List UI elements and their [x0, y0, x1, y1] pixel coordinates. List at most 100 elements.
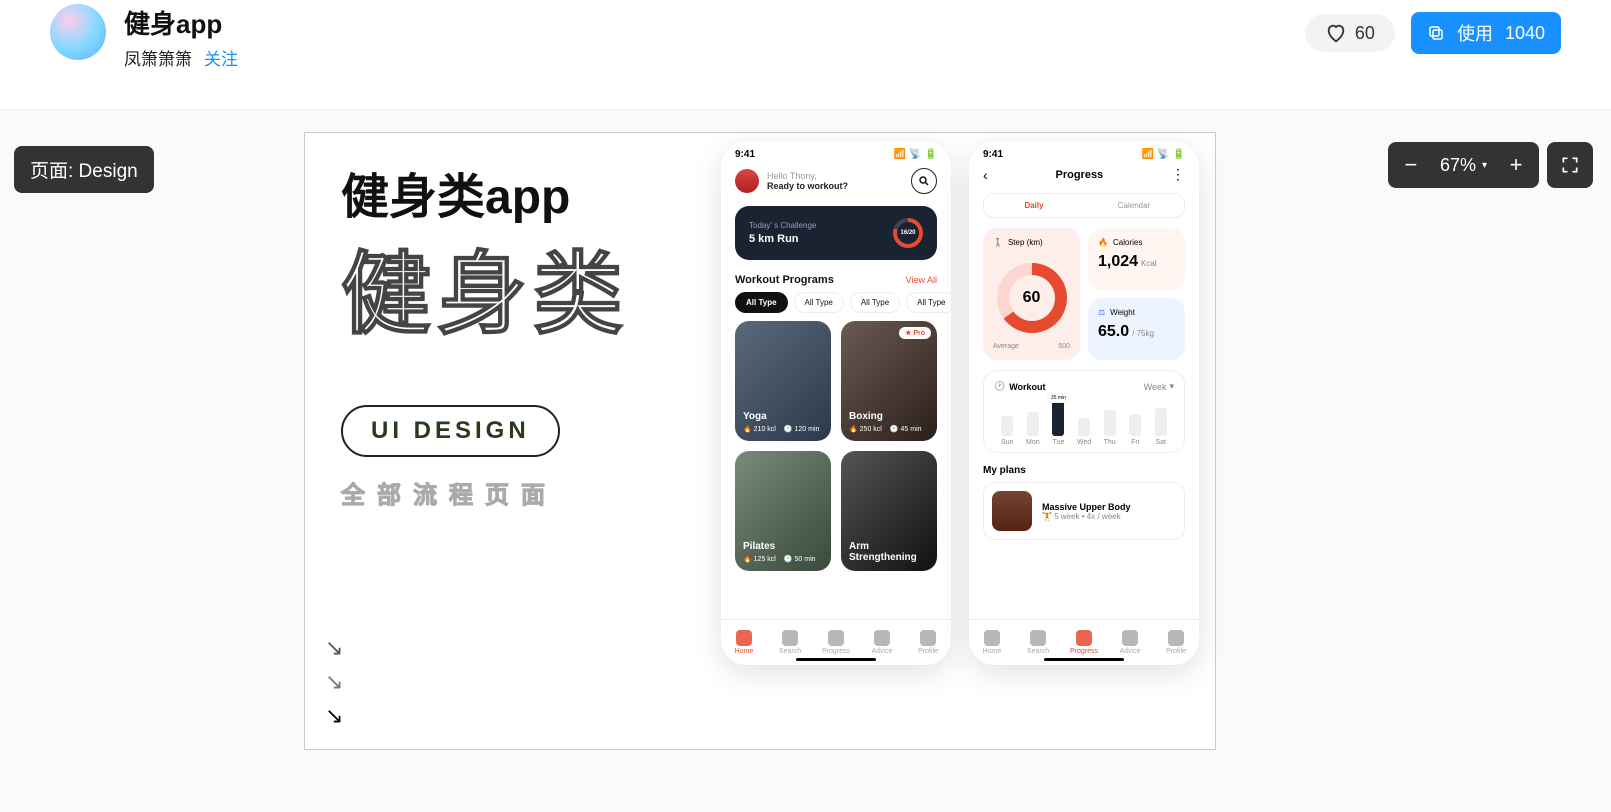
program-card[interactable]: Arm Strengthening: [841, 451, 937, 571]
nav-label: Home: [983, 648, 1002, 655]
workout-label: Workout: [1009, 382, 1045, 392]
zoom-percent-button[interactable]: 67% ▾: [1434, 155, 1493, 176]
expand-icon: [1560, 155, 1580, 175]
plan-meta: 5 week • 4x / week: [1054, 512, 1120, 521]
search-icon: [918, 175, 930, 187]
step-card[interactable]: 🚶Step (km) 60 Average500: [983, 228, 1080, 360]
step-avg-label: Average: [993, 343, 1019, 350]
zoom-in-button[interactable]: +: [1493, 142, 1539, 188]
weight-goal: / 75kg: [1132, 329, 1154, 338]
time-meta: 🕐 50 min: [784, 555, 816, 563]
nav-label: Advice: [1119, 648, 1140, 655]
zoom-out-button[interactable]: −: [1388, 142, 1434, 188]
day-label: Fri: [1131, 439, 1139, 446]
like-count: 60: [1355, 23, 1375, 44]
tab-daily[interactable]: Daily: [984, 194, 1084, 217]
page-title: 健身app: [124, 4, 238, 41]
view-all-link[interactable]: View All: [906, 275, 937, 285]
nav-label: Profile: [918, 648, 938, 655]
follow-link[interactable]: 关注: [204, 45, 238, 70]
challenge-card[interactable]: Today' s Challenge 5 km Run 16/20: [735, 206, 937, 260]
nav-icon: [782, 630, 798, 646]
ring-label: 16/20: [900, 230, 915, 236]
calories-card[interactable]: 🔥Calories 1,024Kcal: [1088, 228, 1185, 290]
status-icons: 📶 📡 🔋: [894, 149, 937, 160]
workout-bar[interactable]: Wed: [1075, 418, 1094, 446]
weight-card[interactable]: ⚖Weight 65.0/ 75kg: [1088, 298, 1185, 360]
workout-bar[interactable]: Thu: [1100, 410, 1119, 446]
challenge-title: 5 km Run: [749, 233, 816, 245]
period-tabs: Daily Calendar: [983, 193, 1185, 218]
scale-icon: ⚖: [1098, 308, 1105, 317]
program-title: Boxing: [849, 411, 929, 422]
author-name[interactable]: 凤箫箫箫: [124, 45, 192, 70]
canvas-area[interactable]: 页面: Design − 67% ▾ + 健身类app 健身类 UI DESIG…: [0, 110, 1611, 812]
status-time: 9:41: [983, 149, 1003, 160]
design-frame[interactable]: 健身类app 健身类 UI DESIGN 全部流程页面 ↘ ↘ ↘ 9:41 📶…: [304, 132, 1216, 750]
period-label: Week: [1144, 382, 1167, 392]
walk-icon: 🚶: [993, 238, 1003, 247]
filter-chip[interactable]: All Type: [906, 292, 951, 313]
workout-bar[interactable]: Sun: [998, 416, 1017, 446]
heart-icon: [1325, 22, 1347, 44]
workout-chart-card[interactable]: 🕐Workout Week▾ SunMon35 minTueWedThuFriS…: [983, 370, 1185, 453]
nav-profile[interactable]: Profile: [905, 620, 951, 665]
greeting-sub: Ready to workout?: [767, 181, 848, 191]
signal-icon: 📶: [894, 149, 906, 160]
step-label: Step (km): [1008, 238, 1043, 247]
fullscreen-button[interactable]: [1547, 142, 1593, 188]
plan-name: Massive Upper Body: [1042, 502, 1131, 512]
use-button[interactable]: 使用 1040: [1411, 12, 1561, 54]
nav-icon: [920, 630, 936, 646]
nav-profile[interactable]: Profile: [1153, 620, 1199, 665]
page-header: 健身app 凤箫箫箫 关注 60 使用 1040: [0, 0, 1611, 110]
chevron-down-icon: ▾: [1482, 160, 1487, 171]
plan-card[interactable]: Massive Upper Body 🏋 5 week • 4x / week: [983, 482, 1185, 540]
chevron-down-icon: ▾: [1169, 381, 1174, 392]
home-indicator: [796, 658, 876, 661]
page-label-pill[interactable]: 页面: Design: [14, 146, 154, 193]
filter-chip[interactable]: All Type: [850, 292, 900, 313]
back-button[interactable]: ‹: [983, 167, 988, 183]
search-button[interactable]: [911, 168, 937, 194]
nav-label: Progress: [1070, 648, 1098, 655]
filter-chip[interactable]: All Type: [794, 292, 844, 313]
calories-value: 1,024: [1098, 253, 1138, 270]
period-selector[interactable]: Week▾: [1144, 381, 1174, 392]
tab-calendar[interactable]: Calendar: [1084, 194, 1184, 217]
nav-icon: [1030, 630, 1046, 646]
plan-image: [992, 491, 1032, 531]
home-screen-mockup: 9:41 📶 📡 🔋 Hello Thony, Ready to workout…: [721, 141, 951, 665]
program-card[interactable]: ★ ProBoxing🔥 250 kcl🕐 45 min: [841, 321, 937, 441]
workout-bar[interactable]: Fri: [1126, 414, 1145, 446]
workout-bar[interactable]: Sat: [1151, 408, 1170, 446]
status-time: 9:41: [735, 149, 755, 160]
like-button[interactable]: 60: [1305, 14, 1395, 52]
day-label: Thu: [1104, 439, 1116, 446]
workout-bar[interactable]: Mon: [1024, 412, 1043, 446]
nav-home[interactable]: Home: [721, 620, 767, 665]
day-label: Mon: [1026, 439, 1040, 446]
workout-bar[interactable]: 35 minTue: [1049, 396, 1068, 446]
nav-label: Progress: [822, 648, 850, 655]
progress-ring: 16/20: [893, 218, 923, 248]
more-button[interactable]: ⋮: [1171, 166, 1185, 183]
program-card[interactable]: Yoga🔥 210 kcl🕐 120 min: [735, 321, 831, 441]
greeting: Hello Thony,: [767, 171, 848, 181]
calories-unit: Kcal: [1141, 259, 1157, 268]
author-avatar[interactable]: [50, 4, 106, 60]
zoom-controls: − 67% ▾ +: [1388, 142, 1593, 188]
program-card[interactable]: Pilates🔥 125 kcl🕐 50 min: [735, 451, 831, 571]
step-avg-value: 500: [1058, 343, 1070, 350]
filter-chip[interactable]: All Type: [735, 292, 788, 313]
kcal-meta: 🔥 210 kcl: [743, 425, 776, 433]
nav-home[interactable]: Home: [969, 620, 1015, 665]
page-label-text: 页面: Design: [30, 161, 138, 182]
status-bar: 9:41 📶 📡 🔋: [721, 141, 951, 160]
nav-label: Advice: [871, 648, 892, 655]
wifi-icon: 📡: [1157, 149, 1169, 160]
home-indicator: [1044, 658, 1124, 661]
weight-value: 65.0: [1098, 323, 1129, 340]
wifi-icon: 📡: [909, 149, 921, 160]
program-title: Pilates: [743, 541, 823, 552]
